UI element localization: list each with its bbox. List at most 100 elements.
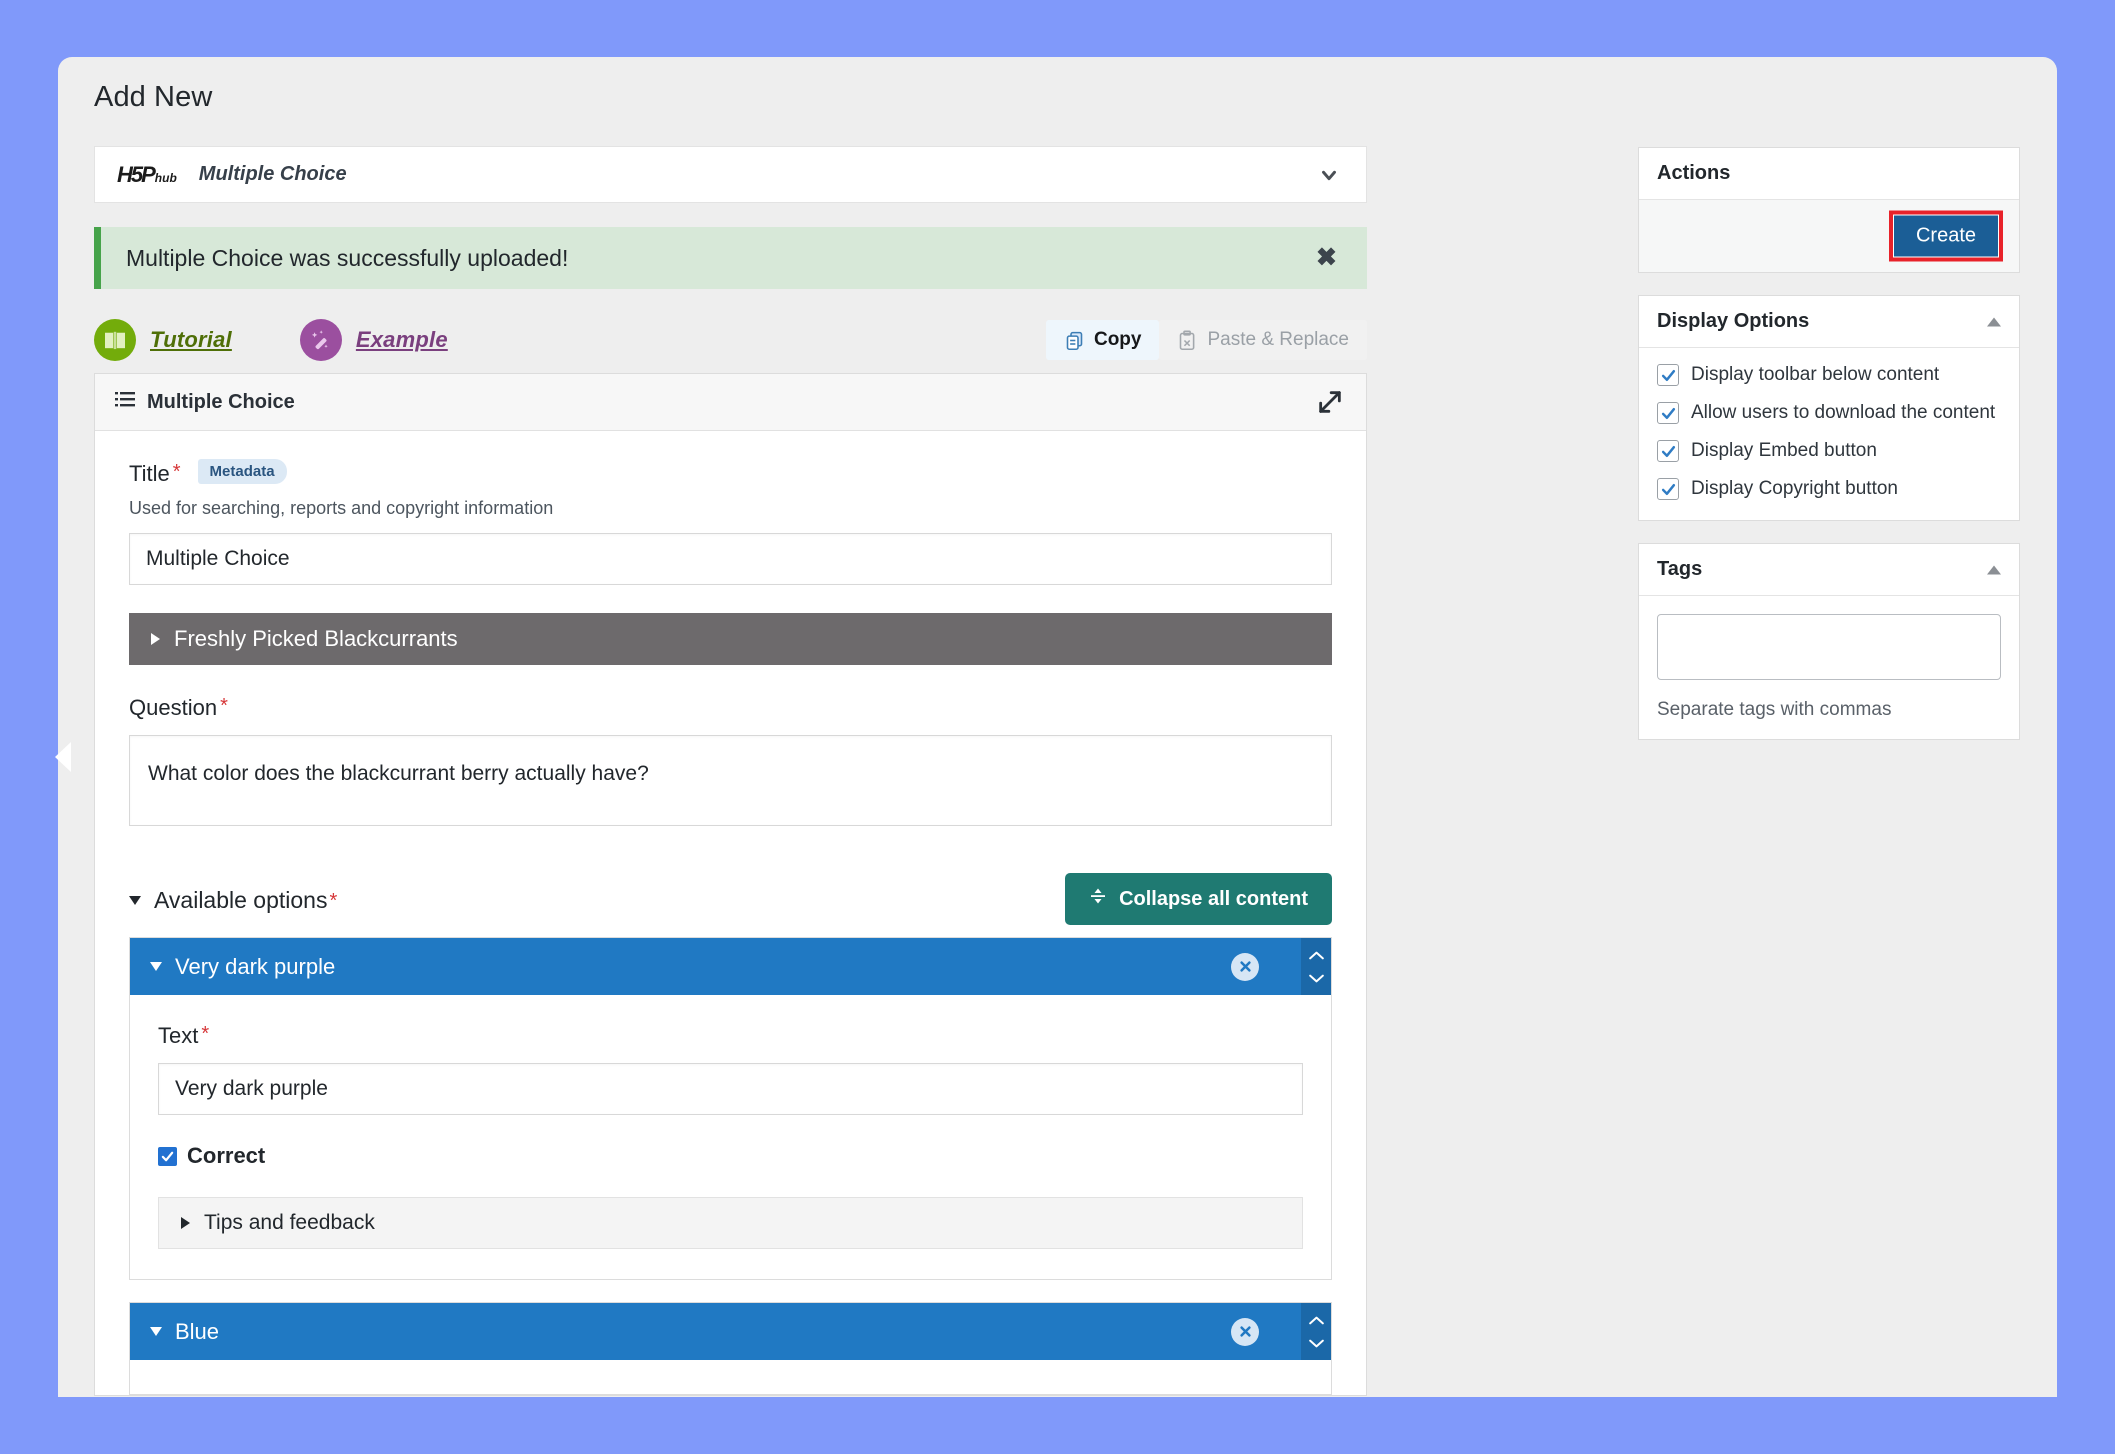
content-editor-header: Multiple Choice bbox=[95, 374, 1366, 431]
chevron-down-icon bbox=[1308, 973, 1325, 984]
collapse-all-content-label: Collapse all content bbox=[1119, 888, 1308, 911]
question-block: Question * What color does the blackcurr… bbox=[129, 695, 1332, 831]
close-icon[interactable]: ✖ bbox=[1316, 246, 1337, 271]
checkbox-checked-icon[interactable] bbox=[1657, 478, 1679, 500]
display-options-header: Display Options bbox=[1639, 296, 2019, 348]
tags-input[interactable] bbox=[1657, 614, 2001, 680]
copyright-accordion[interactable]: Freshly Picked Blackcurrants bbox=[129, 613, 1332, 665]
book-icon bbox=[94, 319, 136, 361]
option-panel: Very dark purple Text * bbox=[129, 937, 1332, 1280]
option-body: Text * Correct Tips and feedbac bbox=[130, 995, 1331, 1279]
h5p-logo-main: H5P bbox=[117, 162, 154, 188]
display-option-row[interactable]: Display Copyright button bbox=[1657, 478, 2001, 500]
actions-panel-header: Actions bbox=[1639, 148, 2019, 200]
remove-option-icon[interactable] bbox=[1231, 1318, 1259, 1346]
collapse-all-content-button[interactable]: Collapse all content bbox=[1065, 873, 1332, 925]
checkbox-checked-icon[interactable] bbox=[1657, 402, 1679, 424]
option-header[interactable]: Very dark purple bbox=[130, 938, 1331, 995]
paste-replace-button[interactable]: Paste & Replace bbox=[1159, 320, 1367, 360]
display-options-panel: Display Options Display toolbar below co… bbox=[1638, 295, 2020, 521]
tutorial-link[interactable]: Tutorial bbox=[94, 319, 232, 361]
selected-content-type: Multiple Choice bbox=[199, 163, 347, 186]
required-marker: * bbox=[173, 462, 181, 482]
triangle-right-icon bbox=[151, 633, 160, 645]
required-marker: * bbox=[220, 696, 228, 716]
option-header-label: Blue bbox=[175, 1319, 219, 1345]
tags-help-text: Separate tags with commas bbox=[1657, 699, 2001, 721]
tags-panel-header: Tags bbox=[1639, 544, 2019, 596]
example-link-label: Example bbox=[356, 327, 448, 353]
display-option-row[interactable]: Allow users to download the content bbox=[1657, 402, 2001, 424]
option-correct-row[interactable]: Correct bbox=[158, 1143, 1303, 1169]
option-text-label-text: Text bbox=[158, 1023, 198, 1049]
page-title: Add New bbox=[94, 81, 212, 114]
h5p-hub-logo: H5Phub bbox=[117, 162, 177, 188]
list-icon bbox=[115, 391, 135, 413]
display-options-title: Display Options bbox=[1657, 310, 1809, 333]
collapse-icon bbox=[1089, 887, 1107, 911]
h5p-logo-sub: hub bbox=[155, 171, 177, 185]
main-column: H5Phub Multiple Choice Multiple Choice w… bbox=[94, 146, 1367, 1396]
chevron-up-icon bbox=[1308, 1315, 1325, 1326]
question-input[interactable]: What color does the blackcurrant berry a… bbox=[129, 735, 1332, 826]
remove-option-icon[interactable] bbox=[1231, 953, 1259, 981]
actions-panel: Actions Create bbox=[1638, 147, 2020, 273]
option-panel: Blue bbox=[129, 1302, 1332, 1395]
checkbox-checked-icon[interactable] bbox=[1657, 440, 1679, 462]
content-editor-body: Title * Metadata Used for searching, rep… bbox=[95, 431, 1366, 1395]
copyright-accordion-label: Freshly Picked Blackcurrants bbox=[174, 626, 458, 652]
available-options-header: Available options * Collapse all content bbox=[129, 873, 1332, 927]
title-help-text: Used for searching, reports and copyrigh… bbox=[129, 498, 1332, 519]
display-option-label: Display Copyright button bbox=[1691, 478, 1898, 500]
chevron-up-icon[interactable] bbox=[1987, 317, 2001, 326]
tutorial-link-label: Tutorial bbox=[150, 327, 232, 353]
actions-panel-body: Create bbox=[1639, 200, 2019, 272]
content-editor-frame: Multiple Choice Title * Metadata Used fo… bbox=[94, 373, 1367, 1396]
content-type-selector[interactable]: H5Phub Multiple Choice bbox=[94, 146, 1367, 203]
editor-card: Add New H5Phub Multiple Choice Multiple … bbox=[58, 57, 2057, 1397]
option-reorder-arrows[interactable] bbox=[1301, 938, 1331, 995]
example-link[interactable]: Example bbox=[300, 319, 448, 361]
chevron-up-icon[interactable] bbox=[1987, 565, 2001, 574]
display-options-body: Display toolbar below content Allow user… bbox=[1639, 348, 2019, 520]
question-field-label: Question * bbox=[129, 695, 1332, 721]
required-marker: * bbox=[201, 1024, 209, 1044]
triangle-right-icon bbox=[181, 1217, 190, 1229]
option-text-input[interactable] bbox=[158, 1063, 1303, 1115]
success-notice-text: Multiple Choice was successfully uploade… bbox=[126, 245, 568, 272]
display-option-row[interactable]: Display Embed button bbox=[1657, 440, 2001, 462]
tips-and-feedback-accordion[interactable]: Tips and feedback bbox=[158, 1197, 1303, 1249]
success-notice: Multiple Choice was successfully uploade… bbox=[94, 227, 1367, 289]
copy-button[interactable]: Copy bbox=[1046, 320, 1160, 360]
tags-panel-body: Separate tags with commas bbox=[1639, 596, 2019, 739]
triangle-down-icon bbox=[150, 962, 162, 971]
option-header[interactable]: Blue bbox=[130, 1303, 1331, 1360]
expand-arrows-icon[interactable] bbox=[1316, 388, 1344, 416]
option-reorder-arrows[interactable] bbox=[1301, 1303, 1331, 1360]
checkbox-checked-icon[interactable] bbox=[1657, 364, 1679, 386]
question-label-text: Question bbox=[129, 695, 217, 721]
title-input[interactable] bbox=[129, 533, 1332, 585]
tags-panel: Tags Separate tags with commas bbox=[1638, 543, 2020, 740]
copy-tools: Copy Paste & Replace bbox=[1046, 320, 1367, 360]
checkbox-checked-icon[interactable] bbox=[158, 1147, 177, 1166]
option-header-label: Very dark purple bbox=[175, 954, 335, 980]
chevron-up-icon bbox=[1308, 950, 1325, 961]
option-text-label: Text * bbox=[158, 1023, 1303, 1049]
display-option-label: Allow users to download the content bbox=[1691, 402, 1995, 424]
tags-panel-title: Tags bbox=[1657, 558, 1702, 581]
create-button-highlight: Create bbox=[1889, 211, 2003, 262]
available-options-label-text: Available options bbox=[154, 887, 327, 914]
title-label-text: Title bbox=[129, 461, 170, 487]
paste-replace-button-label: Paste & Replace bbox=[1207, 329, 1349, 351]
triangle-down-icon bbox=[150, 1327, 162, 1336]
triangle-down-icon bbox=[129, 896, 141, 905]
copy-button-label: Copy bbox=[1094, 329, 1142, 351]
display-option-label: Display toolbar below content bbox=[1691, 364, 1939, 386]
create-button[interactable]: Create bbox=[1893, 215, 1999, 258]
display-option-row[interactable]: Display toolbar below content bbox=[1657, 364, 2001, 386]
available-options-label[interactable]: Available options * bbox=[129, 887, 337, 914]
content-editor-title: Multiple Choice bbox=[147, 391, 295, 414]
chevron-down-icon[interactable] bbox=[1318, 164, 1340, 186]
metadata-badge[interactable]: Metadata bbox=[198, 459, 287, 484]
